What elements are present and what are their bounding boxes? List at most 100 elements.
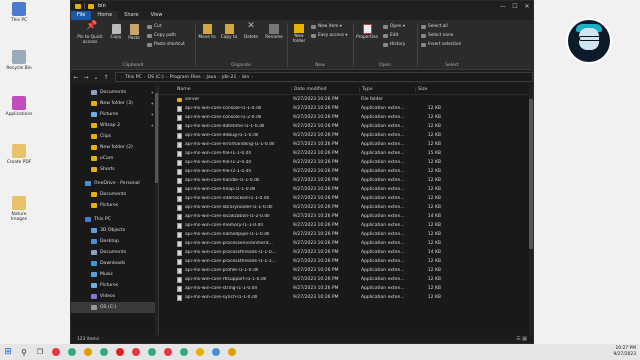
new-folder-button[interactable]: New folder bbox=[289, 24, 309, 44]
new-item-button[interactable]: New item ▾ bbox=[311, 24, 342, 29]
column-type[interactable]: Type bbox=[359, 87, 415, 92]
file-row[interactable]: api-ms-win-core-processenvironment... 9/2… bbox=[159, 239, 533, 248]
nav-item[interactable]: Shorts bbox=[71, 164, 158, 175]
file-row[interactable]: api-ms-win-core-rtlsupport-l1-1-0.dll 9/2… bbox=[159, 275, 533, 284]
nav-item[interactable]: Clips bbox=[71, 131, 158, 142]
file-row[interactable]: api-ms-win-core-interlocked-l1-1-0.dll 9/… bbox=[159, 194, 533, 203]
up-arrow-icon[interactable]: ↑ bbox=[101, 74, 111, 81]
view-toggle-icon[interactable]: ☰ ▦ bbox=[516, 336, 527, 342]
invert-selection-button[interactable]: Invert selection bbox=[421, 42, 461, 47]
desktop-icon-this-pc[interactable]: This PC bbox=[4, 2, 34, 23]
task-view-button[interactable]: ❐ bbox=[32, 344, 48, 360]
forward-arrow-icon[interactable]: → bbox=[81, 74, 91, 81]
taskbar-app[interactable] bbox=[208, 344, 224, 360]
breadcrumb-os-c[interactable]: OS (C:) bbox=[148, 75, 164, 80]
taskbar-app[interactable] bbox=[80, 344, 96, 360]
nav-item[interactable]: Pictures bbox=[71, 280, 158, 291]
nav-item[interactable]: 3D Objects bbox=[71, 225, 158, 236]
taskbar-app[interactable] bbox=[192, 344, 208, 360]
file-row[interactable]: api-ms-win-core-file-l1-1-0.dll 9/27/2023… bbox=[159, 149, 533, 158]
copy-path-button[interactable]: Copy path bbox=[147, 33, 176, 38]
file-row[interactable]: server 9/27/2023 10:26 PM File folder bbox=[159, 95, 533, 104]
taskbar-app[interactable] bbox=[96, 344, 112, 360]
nav-item[interactable]: Downloads bbox=[71, 258, 158, 269]
easy-access-button[interactable]: Easy access ▾ bbox=[311, 33, 348, 38]
move-to-button[interactable]: Move to bbox=[197, 24, 217, 40]
breadcrumb-jdk-21[interactable]: jdk-21 bbox=[222, 75, 236, 80]
close-icon[interactable]: ✕ bbox=[521, 3, 533, 10]
properties-button[interactable]: Properties bbox=[355, 24, 379, 40]
nav-item[interactable]: New folder (2) bbox=[71, 142, 158, 153]
copy-button[interactable]: Copy bbox=[107, 24, 125, 40]
file-row[interactable]: api-ms-win-core-datetime-l1-1-0.dll 9/27/… bbox=[159, 122, 533, 131]
maximize-icon[interactable]: ☐ bbox=[509, 3, 521, 10]
nav-scrollbar[interactable] bbox=[155, 85, 158, 335]
system-clock[interactable]: 10:27 PM 9/27/2023 bbox=[613, 346, 636, 358]
file-row[interactable]: api-ms-win-core-synch-l1-1-0.dll 9/27/202… bbox=[159, 293, 533, 302]
select-none-button[interactable]: Select none bbox=[421, 33, 453, 38]
pin-quick-access-button[interactable]: 📌 Pin to Quick access bbox=[73, 22, 107, 46]
file-row[interactable]: api-ms-win-core-file-l1-2-0.dll 9/27/2023… bbox=[159, 158, 533, 167]
breadcrumb-bin[interactable]: bin bbox=[242, 75, 249, 80]
column-size[interactable]: Size bbox=[415, 87, 455, 92]
file-row[interactable]: api-ms-win-core-console-l1-2-0.dll 9/27/2… bbox=[159, 113, 533, 122]
tab-view[interactable]: View bbox=[145, 11, 169, 20]
paste-shortcut-button[interactable]: Paste shortcut bbox=[147, 42, 185, 47]
desktop-icon-applications[interactable]: Applications bbox=[4, 96, 34, 117]
nav-item[interactable]: This PC bbox=[71, 214, 158, 225]
history-button[interactable]: History bbox=[383, 42, 405, 47]
select-all-button[interactable]: Select all bbox=[421, 24, 448, 29]
file-row[interactable]: api-ms-win-core-string-l1-1-0.dll 9/27/20… bbox=[159, 284, 533, 293]
cut-button[interactable]: Cut bbox=[147, 24, 161, 29]
nav-item[interactable]: New folder (3) ✦ bbox=[71, 98, 158, 109]
desktop-icon-recycle-bin[interactable]: Recycle Bin bbox=[4, 50, 34, 71]
nav-item[interactable]: Videos bbox=[71, 291, 158, 302]
file-row[interactable]: api-ms-win-core-processthreads-l1-1-0...… bbox=[159, 248, 533, 257]
file-row[interactable]: api-ms-win-core-errorhandling-l1-1-0.dll… bbox=[159, 140, 533, 149]
nav-item[interactable]: OS (C:) bbox=[71, 302, 158, 313]
edit-button[interactable]: Edit bbox=[383, 33, 398, 38]
breadcrumb-program-files[interactable]: Program Files bbox=[170, 75, 201, 80]
taskbar-app[interactable] bbox=[176, 344, 192, 360]
nav-item[interactable]: Desktop bbox=[71, 236, 158, 247]
recent-chevron-icon[interactable]: ⌄ bbox=[91, 74, 101, 81]
nav-item[interactable]: Documents ✦ bbox=[71, 87, 158, 98]
file-row[interactable]: api-ms-win-core-namedpipe-l1-1-0.dll 9/27… bbox=[159, 230, 533, 239]
taskbar-app[interactable] bbox=[112, 344, 128, 360]
file-row[interactable]: api-ms-win-core-processthreads-l1-1-1...… bbox=[159, 257, 533, 266]
rename-button[interactable]: Rename bbox=[263, 24, 285, 40]
nav-item[interactable]: Documents bbox=[71, 247, 158, 258]
tab-file[interactable]: File bbox=[71, 11, 92, 20]
start-button[interactable]: ⊞ bbox=[0, 344, 16, 360]
nav-item[interactable]: OneDrive - Personal bbox=[71, 178, 158, 189]
file-row[interactable]: api-ms-win-core-file-l2-1-0.dll 9/27/2023… bbox=[159, 167, 533, 176]
taskbar-app[interactable] bbox=[128, 344, 144, 360]
taskbar-app[interactable] bbox=[48, 344, 64, 360]
file-row[interactable]: api-ms-win-core-profile-l1-1-0.dll 9/27/2… bbox=[159, 266, 533, 275]
minimize-icon[interactable]: — bbox=[497, 3, 509, 10]
nav-item[interactable]: Documents bbox=[71, 189, 158, 200]
tab-share[interactable]: Share bbox=[118, 11, 144, 20]
column-date-modified[interactable]: Date modified bbox=[291, 87, 359, 92]
nav-item[interactable]: Witsap 2 ✦ bbox=[71, 120, 158, 131]
taskbar-app[interactable] bbox=[64, 344, 80, 360]
search-button[interactable]: ⚲ bbox=[16, 344, 32, 360]
taskbar-app[interactable] bbox=[224, 344, 240, 360]
nav-item[interactable]: Pictures ✦ bbox=[71, 109, 158, 120]
file-row[interactable]: api-ms-win-core-localization-l1-2-0.dll 9… bbox=[159, 212, 533, 221]
tab-home[interactable]: Home bbox=[91, 11, 119, 20]
paste-button[interactable]: Paste bbox=[125, 24, 143, 41]
taskbar-app[interactable] bbox=[160, 344, 176, 360]
nav-item[interactable]: Pictures bbox=[71, 200, 158, 211]
file-row[interactable]: api-ms-win-core-console-l1-1-0.dll 9/27/2… bbox=[159, 104, 533, 113]
desktop-icon-nature-images[interactable]: Nature Images bbox=[4, 196, 34, 222]
column-name[interactable]: Name bbox=[177, 87, 291, 92]
file-row[interactable]: api-ms-win-core-heap-l1-1-0.dll 9/27/2023… bbox=[159, 185, 533, 194]
address-bar[interactable]: › This PC › OS (C:) › Program Files › Java ›… bbox=[115, 72, 533, 82]
taskbar-app[interactable] bbox=[144, 344, 160, 360]
file-row[interactable]: api-ms-win-core-handle-l1-1-0.dll 9/27/20… bbox=[159, 176, 533, 185]
breadcrumb-java[interactable]: Java bbox=[206, 75, 216, 80]
nav-item[interactable]: oCam bbox=[71, 153, 158, 164]
file-row[interactable]: api-ms-win-core-debug-l1-1-0.dll 9/27/202… bbox=[159, 131, 533, 140]
desktop-icon-create-pdf[interactable]: Create PDF bbox=[4, 144, 34, 165]
